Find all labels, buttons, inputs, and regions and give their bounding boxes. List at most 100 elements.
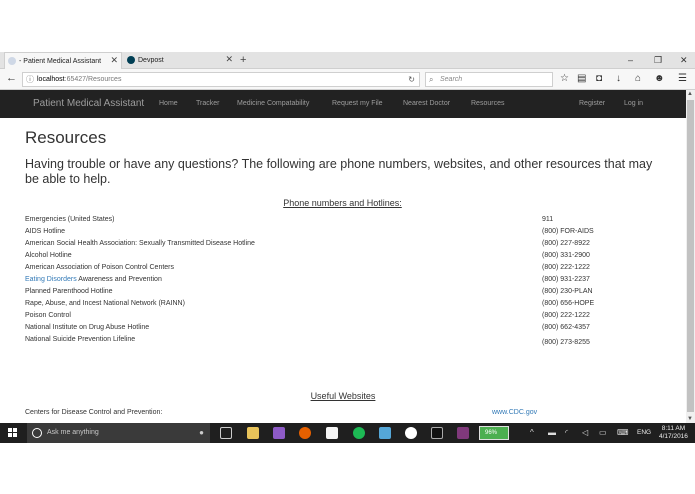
task-view-icon[interactable]	[220, 427, 232, 439]
websites-section-title: Useful Websites	[310, 391, 376, 401]
hotline-phone: (800) 230-PLAN	[542, 288, 593, 295]
microphone-icon[interactable]: ●	[199, 423, 204, 443]
nav-request-my-file[interactable]: Request my File	[332, 100, 383, 107]
search-placeholder: Search	[440, 76, 463, 83]
bookmark-star-icon[interactable]: ☆	[560, 73, 569, 85]
info-icon[interactable]: ⓘ	[26, 73, 34, 86]
eating-disorders-link[interactable]: Eating Disorders	[25, 276, 77, 283]
pocket-icon[interactable]: ◘	[596, 73, 602, 85]
spotify-icon[interactable]	[353, 427, 365, 439]
tray-app-icon[interactable]: ▬	[548, 428, 556, 438]
address-bar[interactable]: ⓘ localhost:65427/Resources ↻	[22, 72, 420, 87]
visual-studio-icon[interactable]	[273, 427, 285, 439]
chevron-up-icon[interactable]: ^	[530, 428, 534, 438]
close-tab-icon[interactable]: ✕	[110, 55, 118, 66]
nav-medicine-compatability[interactable]: Medicine Compatability	[237, 100, 309, 107]
tab-devpost[interactable]: Devpost ✕	[124, 52, 236, 69]
close-window-button[interactable]: ✕	[680, 52, 688, 69]
search-input[interactable]: ⌕ Search	[425, 72, 553, 87]
scroll-thumb[interactable]	[687, 100, 694, 412]
tab-patient-medical-assistant[interactable]: - Patient Medical Assistant ✕	[4, 52, 122, 69]
website-link[interactable]: www.CDC.gov	[492, 409, 537, 416]
nav-login[interactable]: Log in	[624, 100, 643, 107]
hotline-phone: (800) 222-1222	[542, 312, 590, 319]
brand-link[interactable]: Patient Medical Assistant	[33, 98, 144, 109]
cortana-search-box[interactable]: Ask me anything ●	[27, 423, 210, 443]
browser-toolbar: ← ⓘ localhost:65427/Resources ↻ ⌕ Search…	[0, 69, 695, 90]
hotline-name: National Suicide Prevention Lifeline	[25, 336, 136, 343]
nav-register[interactable]: Register	[579, 100, 605, 107]
hotline-name-rest: Awareness and Prevention	[76, 276, 162, 283]
maximize-button[interactable]: ❐	[654, 52, 662, 69]
windows-start-icon[interactable]	[8, 428, 18, 438]
new-tab-button[interactable]: +	[240, 52, 246, 69]
language-indicator[interactable]: ENG	[637, 429, 651, 436]
nav-resources[interactable]: Resources	[471, 100, 504, 107]
hotline-name: Poison Control	[25, 312, 71, 319]
hotline-name: National Institute on Drug Abuse Hotline	[25, 324, 150, 331]
top-margin	[0, 0, 695, 52]
hotline-phone: (800) 931-2237	[542, 276, 590, 283]
hotline-row: Emergencies (United States) 911	[25, 216, 665, 228]
nav-home[interactable]: Home	[159, 100, 178, 107]
hotline-name: Rape, Abuse, and Incest National Network…	[25, 300, 185, 307]
cortana-placeholder: Ask me anything	[47, 429, 99, 436]
hotline-name: Eating Disorders Awareness and Preventio…	[25, 276, 162, 283]
firefox-icon[interactable]	[299, 427, 311, 439]
hotline-row: Poison Control (800) 222-1222	[25, 312, 665, 324]
hotline-phone: (800) 331-2900	[542, 252, 590, 259]
download-icon[interactable]: ↓	[616, 73, 621, 85]
emoji-icon[interactable]: ☻	[654, 73, 665, 85]
hotline-phone: (800) FOR-AIDS	[542, 228, 594, 235]
home-icon[interactable]: ⌂	[635, 73, 641, 85]
clock[interactable]: 8:11 AM 4/17/2016	[659, 425, 688, 441]
nav-tracker[interactable]: Tracker	[196, 100, 219, 107]
hotline-row: National Institute on Drug Abuse Hotline…	[25, 324, 665, 336]
back-arrow-icon[interactable]: ←	[6, 72, 17, 84]
bottom-margin	[0, 443, 695, 494]
github-icon[interactable]	[405, 427, 417, 439]
hotline-row: AIDS Hotline (800) FOR-AIDS	[25, 228, 665, 240]
app-icon[interactable]	[379, 427, 391, 439]
scroll-down-icon[interactable]: ▼	[687, 416, 693, 422]
hotline-name: American Association of Poison Control C…	[25, 264, 175, 271]
file-explorer-icon[interactable]	[247, 427, 259, 439]
hotline-row: American Association of Poison Control C…	[25, 264, 665, 276]
devpost-favicon-icon	[127, 56, 135, 64]
hotline-row: National Suicide Prevention Lifeline (80…	[25, 336, 665, 352]
hotline-phone: (800) 273-8255	[542, 339, 590, 346]
hotline-phone: (800) 662-4357	[542, 324, 590, 331]
wifi-icon[interactable]: ◜	[565, 428, 568, 438]
battery-indicator[interactable]: 96%	[479, 426, 509, 440]
url-path: :65427/Resources	[64, 76, 122, 83]
keyboard-icon[interactable]: ⌨	[617, 428, 629, 438]
scroll-up-icon[interactable]: ▲	[687, 91, 693, 97]
hotline-row: Rape, Abuse, and Incest National Network…	[25, 300, 665, 312]
notifications-icon[interactable]: ▭	[599, 428, 607, 438]
nav-nearest-doctor[interactable]: Nearest Doctor	[403, 100, 450, 107]
hotline-row: Alcohol Hotline (800) 331-2900	[25, 252, 665, 264]
minimize-button[interactable]: –	[628, 52, 633, 69]
windows-taskbar: Ask me anything ● 96% ^ ▬ ◜ ◁ ▭ ⌨ ENG 8:…	[0, 423, 695, 443]
hotline-row: American Social Health Association: Sexu…	[25, 240, 665, 252]
onenote-icon[interactable]	[457, 427, 469, 439]
reading-list-icon[interactable]: ▤	[577, 73, 586, 85]
page-scrollbar[interactable]: ▲ ▼	[686, 90, 695, 423]
terminal-icon[interactable]	[431, 427, 443, 439]
hotline-name: AIDS Hotline	[25, 228, 66, 235]
website-row: Centers for Disease Control and Preventi…	[25, 409, 665, 421]
close-tab-icon[interactable]: ✕	[225, 54, 233, 65]
intro-text: Having trouble or have any questions? Th…	[25, 157, 653, 186]
website-name: Centers for Disease Control and Preventi…	[25, 409, 163, 416]
reload-icon[interactable]: ↻	[408, 73, 415, 86]
tab-title: Devpost	[138, 57, 164, 64]
hotline-phone: (800) 222-1222	[542, 264, 590, 271]
search-icon: ⌕	[429, 75, 434, 84]
menu-icon[interactable]: ☰	[678, 73, 687, 85]
cortana-icon	[32, 428, 42, 438]
volume-icon[interactable]: ◁	[582, 428, 588, 438]
document-icon[interactable]	[326, 427, 338, 439]
clock-date: 4/17/2016	[659, 433, 688, 440]
hotline-phone: 911	[542, 216, 554, 223]
hotline-name: Planned Parenthood Hotline	[25, 288, 113, 295]
